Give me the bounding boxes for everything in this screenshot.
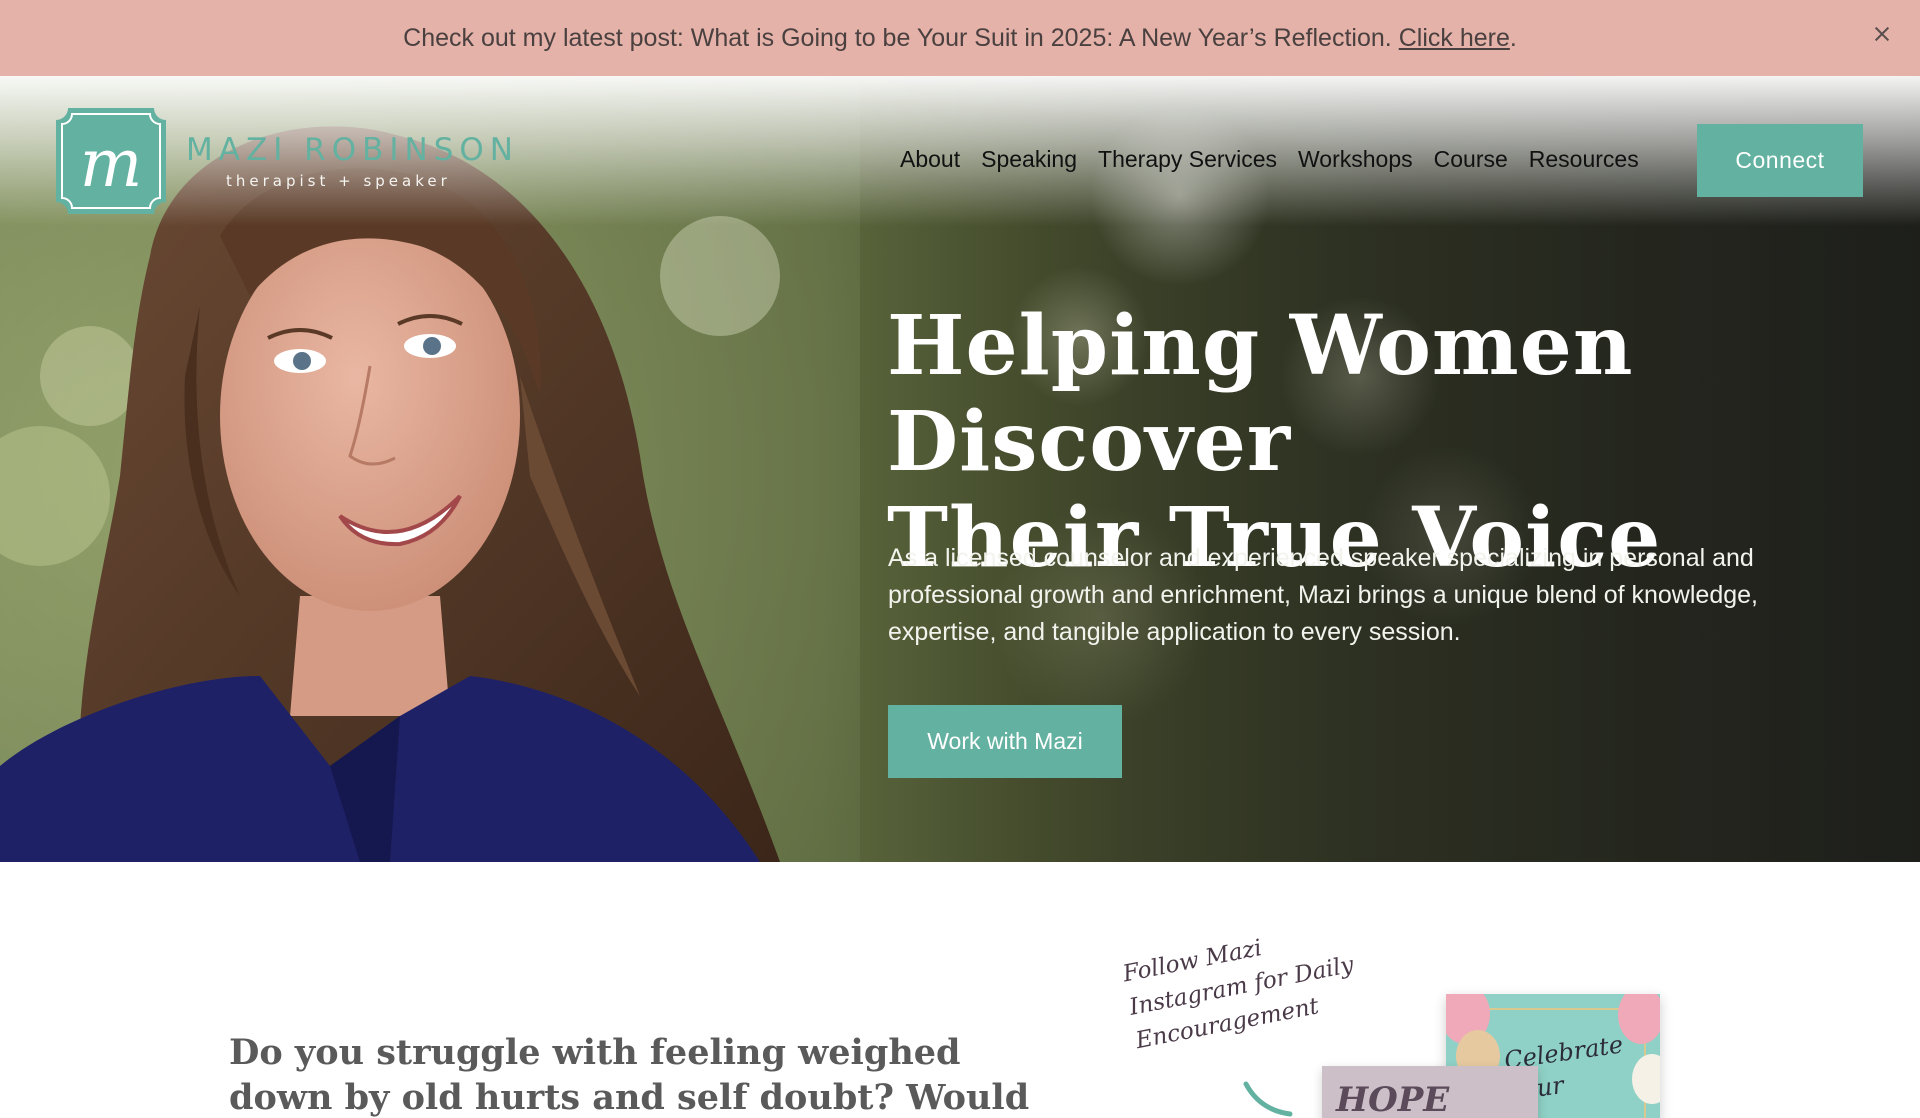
intro-question: Do you struggle with feeling weighed dow… (229, 1032, 1030, 1118)
main-nav: About Speaking Therapy Services Workshop… (900, 146, 1660, 173)
arrow-doodle-icon (1243, 1081, 1293, 1117)
headline-line1: Helping Women Discover (887, 298, 1634, 490)
logo-letter: m (80, 125, 143, 202)
nav-item-workshops[interactable]: Workshops (1298, 146, 1413, 173)
announcement-text: Check out my latest post: What is Going … (403, 23, 1392, 52)
brand-tagline: therapist + speaker (226, 172, 451, 190)
nav-item-resources[interactable]: Resources (1529, 146, 1639, 173)
card-hope-text: HOPE (1336, 1080, 1450, 1118)
work-with-mazi-button[interactable]: Work with Mazi (888, 705, 1122, 778)
instagram-post-hope[interactable]: HOPE (1322, 1066, 1538, 1118)
hero-description: As a licensed counselor and experienced … (888, 544, 1758, 646)
nav-item-about[interactable]: About (900, 146, 960, 173)
announcement-trailing: . (1509, 23, 1517, 52)
announcement-bar: Check out my latest post: What is Going … (0, 0, 1920, 76)
announcement-link[interactable]: Click here (1399, 24, 1510, 53)
close-icon[interactable] (1870, 22, 1894, 46)
nav-item-course[interactable]: Course (1434, 146, 1508, 173)
nav-item-speaking[interactable]: Speaking (981, 146, 1077, 173)
logo-icon[interactable]: m (56, 108, 166, 214)
nav-item-therapy-services[interactable]: Therapy Services (1098, 146, 1277, 173)
connect-button[interactable]: Connect (1697, 124, 1863, 197)
instagram-follow-text[interactable]: Follow Mazi Instagram for Daily Encourag… (1120, 912, 1375, 1058)
brand-name[interactable]: MAZI ROBINSON (186, 132, 519, 168)
